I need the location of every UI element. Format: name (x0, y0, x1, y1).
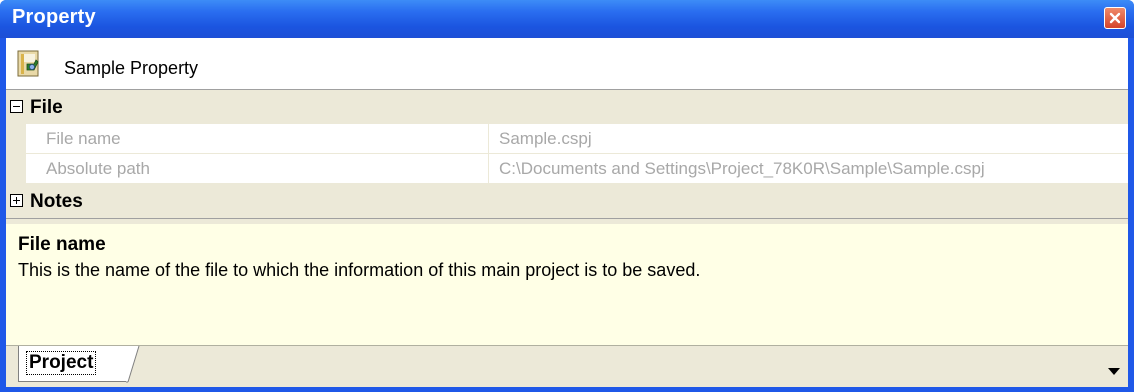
category-label: File (30, 97, 63, 118)
window-title: Property (12, 6, 96, 28)
tab-label: Project (25, 351, 97, 375)
property-row-file-name[interactable]: File name Sample.cspj (6, 124, 1128, 154)
tab-project[interactable]: Project (18, 346, 128, 382)
property-row-absolute-path[interactable]: Absolute path C:\Documents and Settings\… (6, 154, 1128, 184)
close-icon (1109, 12, 1121, 24)
project-property-icon (14, 48, 44, 83)
category-file[interactable]: File (6, 90, 1128, 124)
close-button[interactable] (1104, 7, 1126, 29)
property-value[interactable]: Sample.cspj (489, 124, 1128, 153)
description-text: This is the name of the file to which th… (18, 260, 701, 280)
property-grid: File File name Sample.cspj Absolute path… (6, 90, 1128, 218)
description-title: File name (18, 234, 106, 255)
property-panel: Sample Property File File name Sample.cs… (6, 38, 1128, 387)
category-label: Notes (30, 191, 83, 212)
tab-bar: Project (6, 346, 1128, 387)
property-window: Property Sample Property File File name … (0, 0, 1134, 392)
title-bar[interactable]: Property (0, 0, 1134, 38)
tab-edge (126, 346, 140, 383)
property-name: Absolute path (26, 154, 488, 183)
description-panel: File name This is the name of the file t… (6, 224, 1128, 346)
selected-object-label: Sample Property (64, 58, 199, 78)
collapse-icon[interactable] (10, 100, 23, 113)
property-name: File name (26, 124, 488, 153)
chevron-down-icon[interactable] (1108, 362, 1120, 380)
category-notes[interactable]: Notes (6, 184, 1128, 218)
selected-object-header: Sample Property (6, 38, 1128, 90)
property-value[interactable]: C:\Documents and Settings\Project_78K0R\… (489, 154, 1128, 183)
expand-icon[interactable] (10, 194, 23, 207)
